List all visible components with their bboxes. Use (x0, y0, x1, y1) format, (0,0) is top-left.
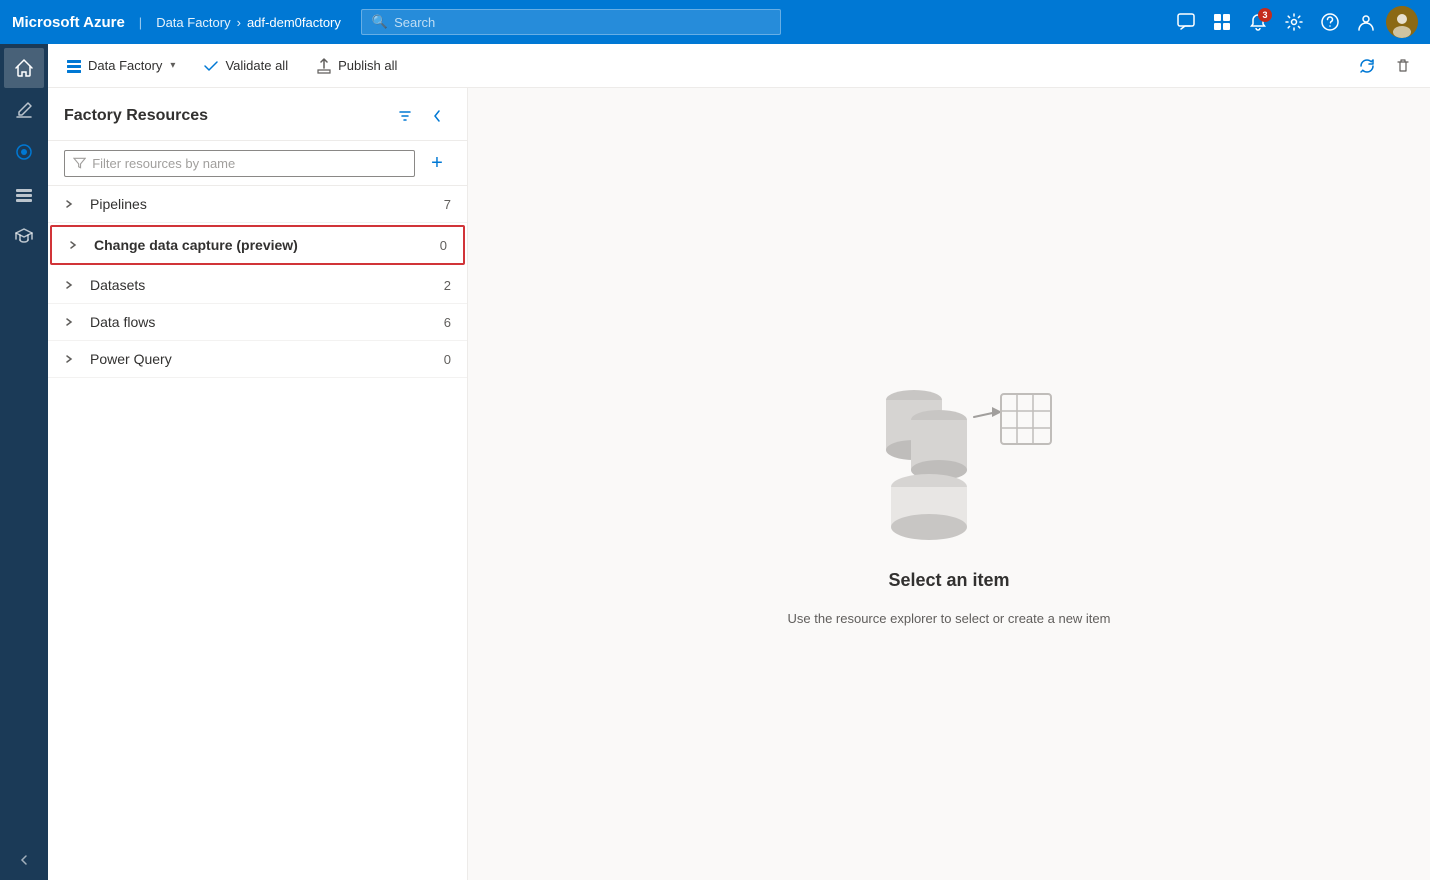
empty-state-illustration (839, 342, 1059, 542)
resource-label: Power Query (90, 351, 431, 367)
filter-input-wrapper[interactable] (64, 150, 415, 177)
azure-brand: Microsoft Azure (12, 14, 125, 31)
toolbar: Data Factory Validate all Publish all (48, 44, 1430, 88)
sort-icon[interactable] (391, 102, 419, 130)
search-box[interactable]: 🔍 (361, 9, 781, 35)
filter-icon (73, 156, 86, 170)
chevron-right-icon (68, 240, 88, 250)
main-layout: Data Factory Validate all Publish all (0, 44, 1430, 880)
breadcrumb-part2[interactable]: adf-dem0factory (247, 15, 341, 30)
breadcrumb-part1[interactable]: Data Factory (156, 15, 230, 30)
resource-item[interactable]: Power Query 0 (48, 341, 467, 378)
toolbar-right (1352, 51, 1418, 81)
chevron-right-icon (64, 280, 84, 290)
workspace: Data Factory Validate all Publish all (48, 44, 1430, 880)
data-factory-label: Data Factory (88, 58, 162, 73)
search-input[interactable] (394, 15, 770, 30)
user-icon[interactable] (1350, 6, 1382, 38)
resource-list: Pipelines 7 Change data capture (preview… (48, 186, 467, 378)
filter-bar: + (48, 141, 467, 186)
nav-home-icon[interactable] (4, 48, 44, 88)
resource-count: 2 (431, 278, 451, 293)
chat-icon[interactable] (1170, 6, 1202, 38)
chevron-right-icon (64, 317, 84, 327)
empty-state-title: Select an item (888, 570, 1009, 591)
search-icon: 🔍 (372, 14, 388, 30)
publish-all-button[interactable]: Publish all (310, 54, 403, 78)
resource-item[interactable]: Change data capture (preview) 0 (50, 225, 465, 265)
help-icon[interactable] (1314, 6, 1346, 38)
collapse-panel-icon[interactable] (423, 102, 451, 130)
filter-resources-input[interactable] (92, 156, 406, 171)
settings-icon[interactable] (1278, 6, 1310, 38)
delete-icon[interactable] (1388, 51, 1418, 81)
top-bar-icon-group: 3 (1170, 6, 1418, 38)
user-avatar[interactable] (1386, 6, 1418, 38)
breadcrumb: Data Factory › adf-dem0factory (156, 15, 341, 30)
resources-panel: Factory Resources + (48, 88, 468, 880)
validate-all-button[interactable]: Validate all (197, 54, 294, 78)
resource-item[interactable]: Pipelines 7 (48, 186, 467, 223)
breadcrumb-arrow: › (237, 15, 241, 30)
nav-manage-icon[interactable] (4, 174, 44, 214)
nav-collapse-icon[interactable] (4, 840, 44, 880)
nav-monitor-icon[interactable] (4, 132, 44, 172)
notification-badge: 3 (1258, 8, 1272, 22)
content-area: Factory Resources + (48, 88, 1430, 880)
panel-title: Factory Resources (64, 107, 208, 125)
validate-label: Validate all (225, 58, 288, 73)
chevron-right-icon (64, 199, 84, 209)
main-empty-state: Select an item Use the resource explorer… (468, 88, 1430, 880)
resource-item[interactable]: Data flows 6 (48, 304, 467, 341)
resource-label: Pipelines (90, 196, 431, 212)
add-resource-button[interactable]: + (423, 149, 451, 177)
top-navigation-bar: Microsoft Azure | Data Factory › adf-dem… (0, 0, 1430, 44)
resource-count: 7 (431, 197, 451, 212)
portal-icon[interactable] (1206, 6, 1238, 38)
empty-state-subtitle: Use the resource explorer to select or c… (788, 611, 1111, 626)
resource-count: 0 (427, 238, 447, 253)
resource-count: 6 (431, 315, 451, 330)
resource-count: 0 (431, 352, 451, 367)
panel-header: Factory Resources (48, 88, 467, 141)
nav-edit-icon[interactable] (4, 90, 44, 130)
notifications-icon[interactable]: 3 (1242, 6, 1274, 38)
resource-label: Data flows (90, 314, 431, 330)
nav-learn-icon[interactable] (4, 216, 44, 256)
resource-item[interactable]: Datasets 2 (48, 267, 467, 304)
data-factory-dropdown[interactable]: Data Factory (60, 54, 181, 78)
resource-label: Change data capture (preview) (94, 237, 427, 253)
publish-label: Publish all (338, 58, 397, 73)
refresh-icon[interactable] (1352, 51, 1382, 81)
panel-header-icons (391, 102, 451, 130)
separator: | (139, 15, 142, 30)
resource-label: Datasets (90, 277, 431, 293)
chevron-right-icon (64, 354, 84, 364)
left-navigation (0, 44, 48, 880)
